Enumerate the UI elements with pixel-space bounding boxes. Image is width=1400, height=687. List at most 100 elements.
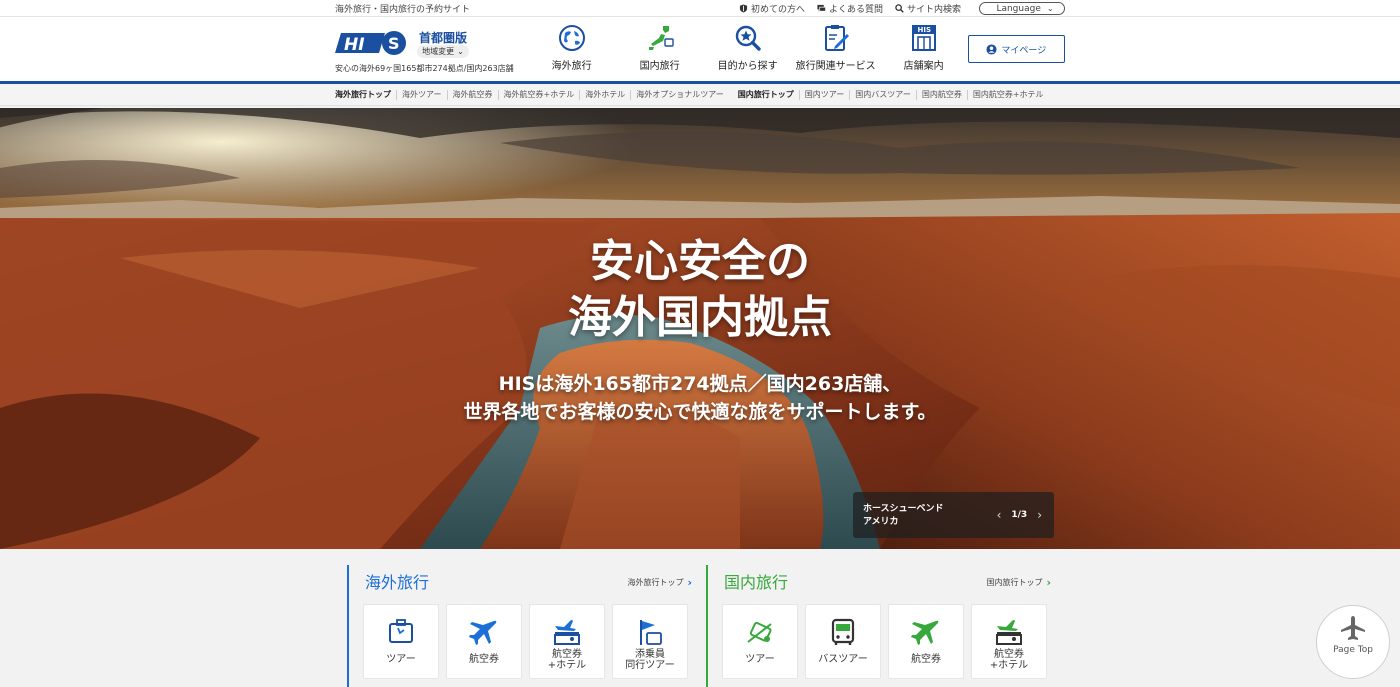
airplane-icon [1341,616,1365,640]
user-icon [986,43,997,55]
abroad-card-air-hotel-label: 航空券 +ホテル [548,649,586,671]
abroad-panel-title: 海外旅行 [365,573,430,592]
nav-store-label: 店舗案内 [903,61,944,72]
abroad-card-air[interactable]: 航空券 [446,604,522,679]
tagline: 安心の海外69ヶ国165都市274拠点/国内263店舗 [335,64,514,73]
slide-caption: ホースシューベンド アメリカ ‹ 1/3 › [853,492,1054,538]
subnav-abroad-optional[interactable]: 海外オプショナルツアー [631,90,729,100]
global-nav: 海外旅行 国内旅行 目的から探す 旅行関連サービス HIS 店舗案内 [528,17,968,81]
domestic-panel-title: 国内旅行 [724,573,789,592]
nav-services[interactable]: 旅行関連サービス [792,17,880,81]
slide-pager: ‹ 1/3 › [997,508,1042,522]
airplane-icon [469,620,497,645]
japan-map-icon [648,26,674,50]
caption-place-name: ホースシューベンド [863,504,944,514]
language-label: Language [996,3,1041,14]
abroad-panel: 海外旅行 海外旅行トップ › ツアー 航空券 航空券 +ホテル 添乗員 同行ツア… [347,565,692,687]
hero-sub-line1: HISは海外165都市274拠点／国内263店舗、 [498,373,902,395]
tour-icon [747,621,772,643]
domestic-card-bus[interactable]: バスツアー [805,604,881,679]
domestic-card-air-hotel-line1: 航空券 [993,649,1024,660]
hero-subtitle: HISは海外165都市274拠点／国内263店舗、 世界各地でお客様の安心で快適… [0,370,1400,426]
globe-icon [558,25,585,51]
subnav-abroad-hotel[interactable]: 海外ホテル [580,90,632,100]
abroad-card-tour-label: ツアー [386,654,416,665]
chevron-right-icon: › [1046,576,1051,589]
slide-counter: 1/3 [1011,510,1028,520]
nav-domestic-label: 国内旅行 [639,61,680,72]
abroad-card-escorted-line2: 同行ツアー [625,660,675,671]
domestic-card-air-label: 航空券 [911,654,941,665]
abroad-card-air-hotel[interactable]: 航空券 +ホテル [529,604,605,679]
next-slide-icon[interactable]: › [1037,508,1042,522]
brand-area: HI S 首都圏版 地域変更 ⌄ 安心の海外69ヶ国165都市274拠点/国内2… [335,17,528,81]
faq-link[interactable]: よくある質問 [817,2,883,15]
domestic-cards: ツアー バスツアー 航空券 航空券 +ホテル [722,604,1047,679]
faq-label: よくある質問 [828,5,883,15]
subnav-domestic-tour[interactable]: 国内ツアー [800,90,851,100]
abroad-card-air-label: 航空券 [469,654,499,665]
nav-domestic[interactable]: 国内旅行 [616,17,704,81]
search-icon [895,4,904,13]
his-logo[interactable]: HI S [335,30,407,56]
utility-links: 初めての方へ よくある質問 サイト内検索 Language ⌄ [739,2,1065,15]
domestic-card-tour[interactable]: ツアー [722,604,798,679]
domestic-top-link-label: 国内旅行トップ [986,578,1043,587]
flag-icon [640,620,662,645]
nav-abroad[interactable]: 海外旅行 [528,17,616,81]
region-name: 首都圏版 [419,31,468,45]
language-select[interactable]: Language ⌄ [979,2,1065,15]
caption-place: ホースシューベンド アメリカ [863,503,944,529]
domestic-card-air-hotel-line2: +ホテル [989,660,1029,671]
hero-banner[interactable]: 安心安全の 海外国内拠点 HISは海外165都市274拠点／国内263店舗、 世… [0,108,1400,549]
magnifier-star-icon [735,25,761,51]
page-top-button[interactable]: Page Top [1316,605,1390,679]
store-icon: HIS [911,25,936,51]
abroad-top-link[interactable]: 海外旅行トップ › [627,576,692,589]
abroad-card-tour[interactable]: ツアー [363,604,439,679]
abroad-card-escorted[interactable]: 添乗員 同行ツアー [612,604,688,679]
page-top-label: Page Top [1333,645,1373,655]
site-header: HI S 首都圏版 地域変更 ⌄ 安心の海外69ヶ国165都市274拠点/国内2… [0,17,1400,84]
subnav-abroad-air[interactable]: 海外航空券 [448,90,499,100]
subnav-domestic-air-hotel[interactable]: 国内航空券+ホテル [968,90,1049,100]
domestic-panel: 国内旅行 国内旅行トップ › ツアー バスツアー 航空券 航空券 +ホテル [706,565,1051,687]
subnav-abroad-air-hotel[interactable]: 海外航空券+ホテル [499,90,581,100]
domestic-top-link[interactable]: 国内旅行トップ › [986,576,1051,589]
category-panels: 海外旅行 海外旅行トップ › ツアー 航空券 航空券 +ホテル 添乗員 同行ツア… [347,565,1057,687]
domestic-card-bus-label: バスツアー [818,654,868,665]
region-change-button[interactable]: 地域変更 ⌄ [417,45,469,58]
domestic-card-air-hotel-label: 航空券 +ホテル [990,649,1028,671]
caption-country: アメリカ [863,517,899,527]
nav-purpose-label: 目的から探す [717,61,778,72]
hero-title: 安心安全の 海外国内拠点 [0,234,1400,346]
mypage-button[interactable]: マイページ [967,35,1065,63]
domestic-card-air-hotel[interactable]: 航空券 +ホテル [971,604,1047,679]
abroad-cards: ツアー 航空券 航空券 +ホテル 添乗員 同行ツアー [363,604,688,679]
abroad-card-escorted-line1: 添乗員 [635,649,665,660]
plane-hotel-icon [996,620,1022,645]
domestic-card-air[interactable]: 航空券 [888,604,964,679]
subnav-domestic-bus[interactable]: 国内バスツアー [850,90,917,100]
nav-purpose-search[interactable]: 目的から探す [704,17,792,81]
abroad-card-escorted-label: 添乗員 同行ツアー [625,649,674,671]
svg-text:S: S [388,34,400,53]
plane-hotel-icon [554,620,580,645]
site-search-label: サイト内検索 [906,5,961,15]
first-time-link[interactable]: 初めての方へ [739,2,805,15]
site-search-link[interactable]: サイト内検索 [895,2,961,15]
chevron-down-icon: ⌄ [457,47,464,56]
utility-bar: 海外旅行・国内旅行の予約サイト 初めての方へ よくある質問 サイト内検索 Lan… [0,0,1400,17]
subnav-abroad-tour[interactable]: 海外ツアー [397,90,448,100]
prev-slide-icon[interactable]: ‹ [997,508,1002,522]
svg-text:HI: HI [344,35,365,55]
hero-sub-line2: 世界各地でお客様の安心で快適な旅をサポートします。 [463,401,937,423]
subnav-domestic-top[interactable]: 国内旅行トップ [738,90,800,100]
chat-icon [817,4,826,12]
subnav-domestic-air[interactable]: 国内航空券 [917,90,968,100]
nav-store[interactable]: HIS 店舗案内 [880,17,968,81]
first-time-label: 初めての方へ [750,5,805,15]
subnav-abroad-top[interactable]: 海外旅行トップ [335,90,397,100]
nav-abroad-label: 海外旅行 [551,61,592,72]
bus-icon [831,618,855,645]
